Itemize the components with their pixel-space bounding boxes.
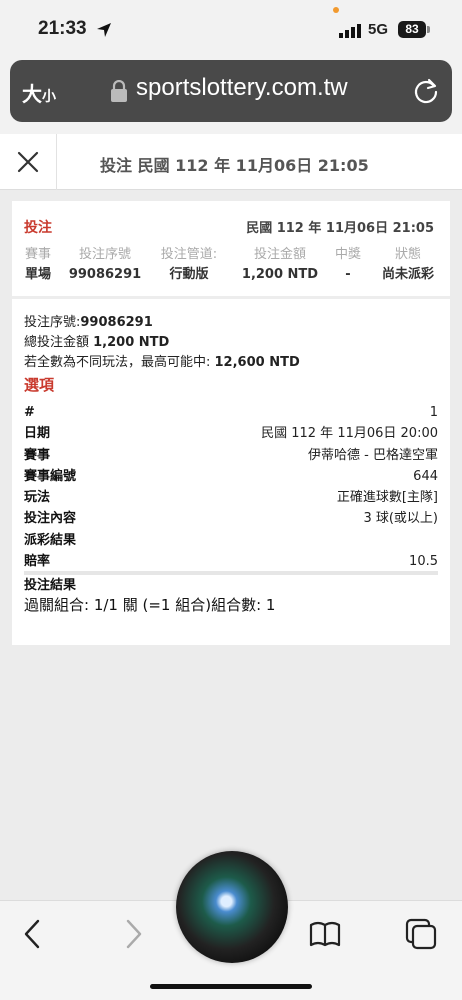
- selection-details: #1 日期 民國 112 年 11月06日 20:00 賽事 伊蒂哈德 - 巴格達空…: [24, 402, 438, 597]
- detail-row-date: 日期 民國 112 年 11月06日 20:00: [24, 423, 438, 444]
- siri-orb-icon[interactable]: [176, 851, 288, 963]
- bookmarks-icon[interactable]: [308, 917, 342, 951]
- summary-value-amount: 1,200 NTD: [241, 267, 319, 282]
- detail-key: #: [24, 405, 35, 420]
- total-line: 總投注金額 1,200 NTD: [24, 333, 438, 353]
- text-size-small-label: 小: [42, 89, 56, 105]
- bet-date: 民國 112 年 11月06日 21:05: [246, 221, 434, 236]
- section-divider: [12, 296, 450, 299]
- close-icon[interactable]: [14, 148, 42, 176]
- summary-header-event: 賽事: [24, 247, 51, 262]
- serial-value: 99086291: [80, 315, 153, 330]
- summary-value-event: 單場: [24, 267, 51, 282]
- browser-address-area: 大小 sportslottery.com.tw: [0, 58, 462, 134]
- detail-key: 日期: [24, 426, 51, 442]
- detail-value: 正確進球數[主隊]: [336, 490, 438, 506]
- address-bar[interactable]: 大小 sportslottery.com.tw: [10, 60, 452, 122]
- tabs-icon[interactable]: [404, 917, 438, 951]
- summary-header-row: 賽事 投注序號 投注管道: 投注金額 中獎 狀態: [12, 245, 450, 265]
- detail-key: 賠率: [24, 554, 51, 570]
- summary-value-channel: 行動版: [169, 267, 209, 282]
- summary-header-serial: 投注序號: [78, 247, 131, 262]
- battery-tip: [427, 26, 430, 33]
- detail-row-match-id: 賽事編號 644: [24, 466, 438, 487]
- detail-row-match: 賽事 伊蒂哈德 - 巴格達空軍: [24, 445, 438, 466]
- total-label: 總投注金額: [24, 335, 94, 350]
- summary-header-winning: 中獎: [334, 247, 361, 262]
- text-size-button[interactable]: 大小: [22, 78, 56, 107]
- detail-key: 投注內容: [24, 511, 77, 527]
- text-size-large-label: 大: [22, 82, 42, 106]
- detail-value: 10.5: [409, 554, 438, 570]
- forward-icon[interactable]: [116, 917, 150, 951]
- summary-header-status: 狀態: [394, 247, 421, 262]
- detail-value: 3 球(或以上): [363, 511, 438, 527]
- detail-row-bet-content: 投注內容 3 球(或以上): [24, 508, 438, 529]
- summary-value-serial: 99086291: [68, 267, 142, 282]
- network-type: 5G: [368, 21, 389, 38]
- summary-value-winning: -: [345, 267, 351, 282]
- page-title: 投注 民國 112 年 11月06日 21:05: [100, 156, 369, 175]
- bet-label: 投注: [24, 220, 52, 236]
- detail-value: 1: [429, 405, 438, 420]
- privacy-indicator-dot: [333, 7, 339, 13]
- detail-row-play-type: 玩法 正確進球數[主隊]: [24, 487, 438, 508]
- detail-value: 伊蒂哈德 - 巴格達空軍: [308, 447, 438, 463]
- detail-key: 賽事編號: [24, 468, 77, 484]
- back-icon[interactable]: [16, 917, 50, 951]
- max-win-line: 若全數為不同玩法，最高可能中: 12,600 NTD: [24, 353, 438, 373]
- page-header: 投注 民國 112 年 11月06日 21:05: [0, 134, 462, 190]
- detail-row-payout-result: 派彩結果: [24, 530, 438, 551]
- total-value: 1,200 NTD: [93, 335, 170, 350]
- detail-key: 賽事: [24, 447, 51, 463]
- summary-value-row: 單場 99086291 行動版 1,200 NTD - 尚未派彩: [12, 265, 450, 285]
- clock: 21:33: [38, 18, 87, 39]
- battery-icon: 83: [398, 21, 426, 38]
- location-arrow-icon: [97, 23, 111, 37]
- detail-value: 644: [413, 468, 438, 484]
- serial-line: 投注序號:99086291: [24, 313, 438, 333]
- combo-summary: 過關組合: 1/1 關 (=1 組合)組合數: 1: [24, 596, 276, 614]
- reload-icon[interactable]: [412, 77, 440, 105]
- home-indicator[interactable]: [150, 984, 312, 989]
- bet-summary-table: 賽事 投注序號 投注管道: 投注金額 中獎 狀態 單場 99086291 行動版…: [12, 245, 450, 285]
- lock-icon: [111, 80, 127, 102]
- detail-key: 玩法: [24, 490, 51, 506]
- serial-label: 投注序號:: [24, 315, 81, 330]
- max-win-value: 12,600 NTD: [214, 355, 300, 370]
- options-title: 選項: [24, 376, 55, 394]
- bet-card: 投注 民國 112 年 11月06日 21:05 賽事 投注序號 投注管道: 投…: [12, 201, 450, 645]
- detail-value: 民國 112 年 11月06日 20:00: [261, 426, 438, 442]
- cellular-signal-icon: [339, 24, 361, 38]
- status-bar: 21:33 5G 83: [0, 0, 462, 58]
- summary-header-channel: 投注管道:: [160, 247, 218, 262]
- detail-row-odds: 賠率 10.5: [24, 551, 438, 572]
- detail-row-number: #1: [24, 402, 438, 423]
- summary-value-status: 尚未派彩: [381, 267, 434, 282]
- header-divider: [56, 134, 57, 190]
- max-win-label: 若全數為不同玩法，最高可能中:: [24, 355, 215, 370]
- summary-header-amount: 投注金額: [253, 247, 306, 262]
- detail-key: 派彩結果: [24, 532, 77, 548]
- url-text[interactable]: sportslottery.com.tw: [136, 74, 348, 102]
- bet-info: 投注序號:99086291 總投注金額 1,200 NTD 若全數為不同玩法，最…: [24, 313, 438, 396]
